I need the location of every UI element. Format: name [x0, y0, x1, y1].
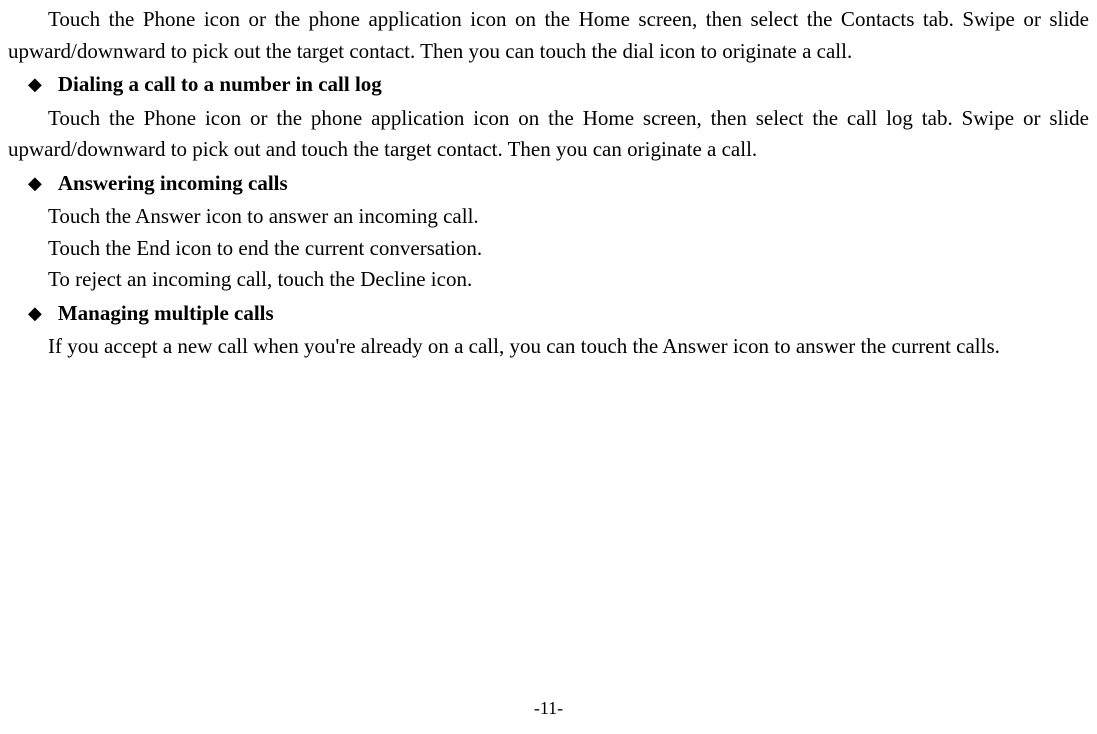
heading-managing-calls: ◆ Managing multiple calls — [28, 298, 1089, 330]
diamond-bullet-icon: ◆ — [28, 300, 42, 327]
paragraph-contacts-tab: Touch the Phone icon or the phone applic… — [8, 4, 1089, 67]
paragraph-answer-icon: Touch the Answer icon to answer an incom… — [8, 201, 1089, 233]
page-number: -11- — [0, 695, 1097, 722]
diamond-bullet-icon: ◆ — [28, 71, 42, 98]
paragraph-end-icon: Touch the End icon to end the current co… — [8, 233, 1089, 265]
paragraph-call-log: Touch the Phone icon or the phone applic… — [8, 103, 1089, 166]
paragraph-multiple-calls: If you accept a new call when you're alr… — [8, 331, 1089, 363]
heading-text-managing: Managing multiple calls — [58, 298, 274, 330]
paragraph-decline-icon: To reject an incoming call, touch the De… — [8, 264, 1089, 296]
document-content: Touch the Phone icon or the phone applic… — [8, 4, 1089, 363]
heading-dialing-call-log: ◆ Dialing a call to a number in call log — [28, 69, 1089, 101]
heading-text-answering: Answering incoming calls — [58, 168, 288, 200]
heading-text-dialing: Dialing a call to a number in call log — [58, 69, 382, 101]
diamond-bullet-icon: ◆ — [28, 170, 42, 197]
heading-answering-calls: ◆ Answering incoming calls — [28, 168, 1089, 200]
